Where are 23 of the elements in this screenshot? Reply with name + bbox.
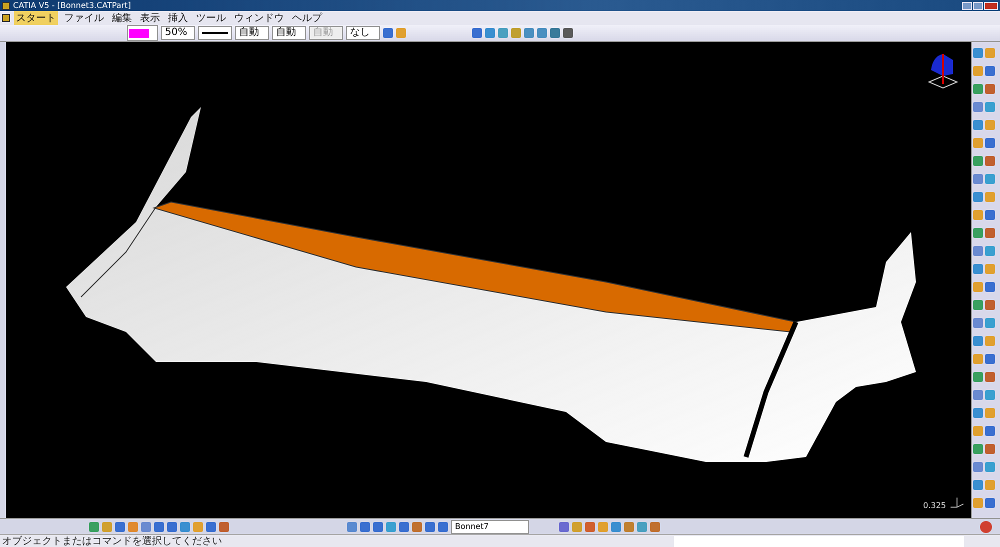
window-title: CATIA V5 - [Bonnet3.CATPart] [13, 1, 131, 10]
body-dropdown[interactable]: Bonnet7 [451, 520, 529, 534]
command-input-field[interactable] [674, 536, 964, 546]
menu-item[interactable]: 挿入 [166, 11, 190, 25]
scale-label: 0.325 [923, 501, 946, 510]
color-dropdown[interactable] [127, 25, 158, 41]
menu-item[interactable]: ウィンドウ [232, 11, 286, 25]
menu-item[interactable]: 編集 [110, 11, 134, 25]
transparency-dropdown[interactable]: 50% [161, 26, 195, 40]
menu-item[interactable]: ヘルプ [290, 11, 324, 25]
close-icon[interactable] [984, 2, 998, 10]
menu-item[interactable]: 表示 [138, 11, 162, 25]
menu-item[interactable]: スタート [14, 11, 58, 25]
line-weight-dropdown[interactable]: 自動 [235, 26, 269, 40]
line-type-dropdown[interactable]: 自動 [272, 26, 306, 40]
maximize-icon[interactable] [973, 2, 983, 10]
logo-icon [980, 520, 992, 532]
layer-dropdown[interactable]: なし [346, 26, 380, 40]
line-style-dropdown[interactable] [198, 26, 232, 40]
status-message: オブジェクトまたはコマンドを選択してください [1, 534, 222, 547]
minimize-icon[interactable] [962, 2, 972, 10]
menu-item[interactable]: ツール [194, 11, 228, 25]
menu-item[interactable]: ファイル [62, 11, 106, 25]
